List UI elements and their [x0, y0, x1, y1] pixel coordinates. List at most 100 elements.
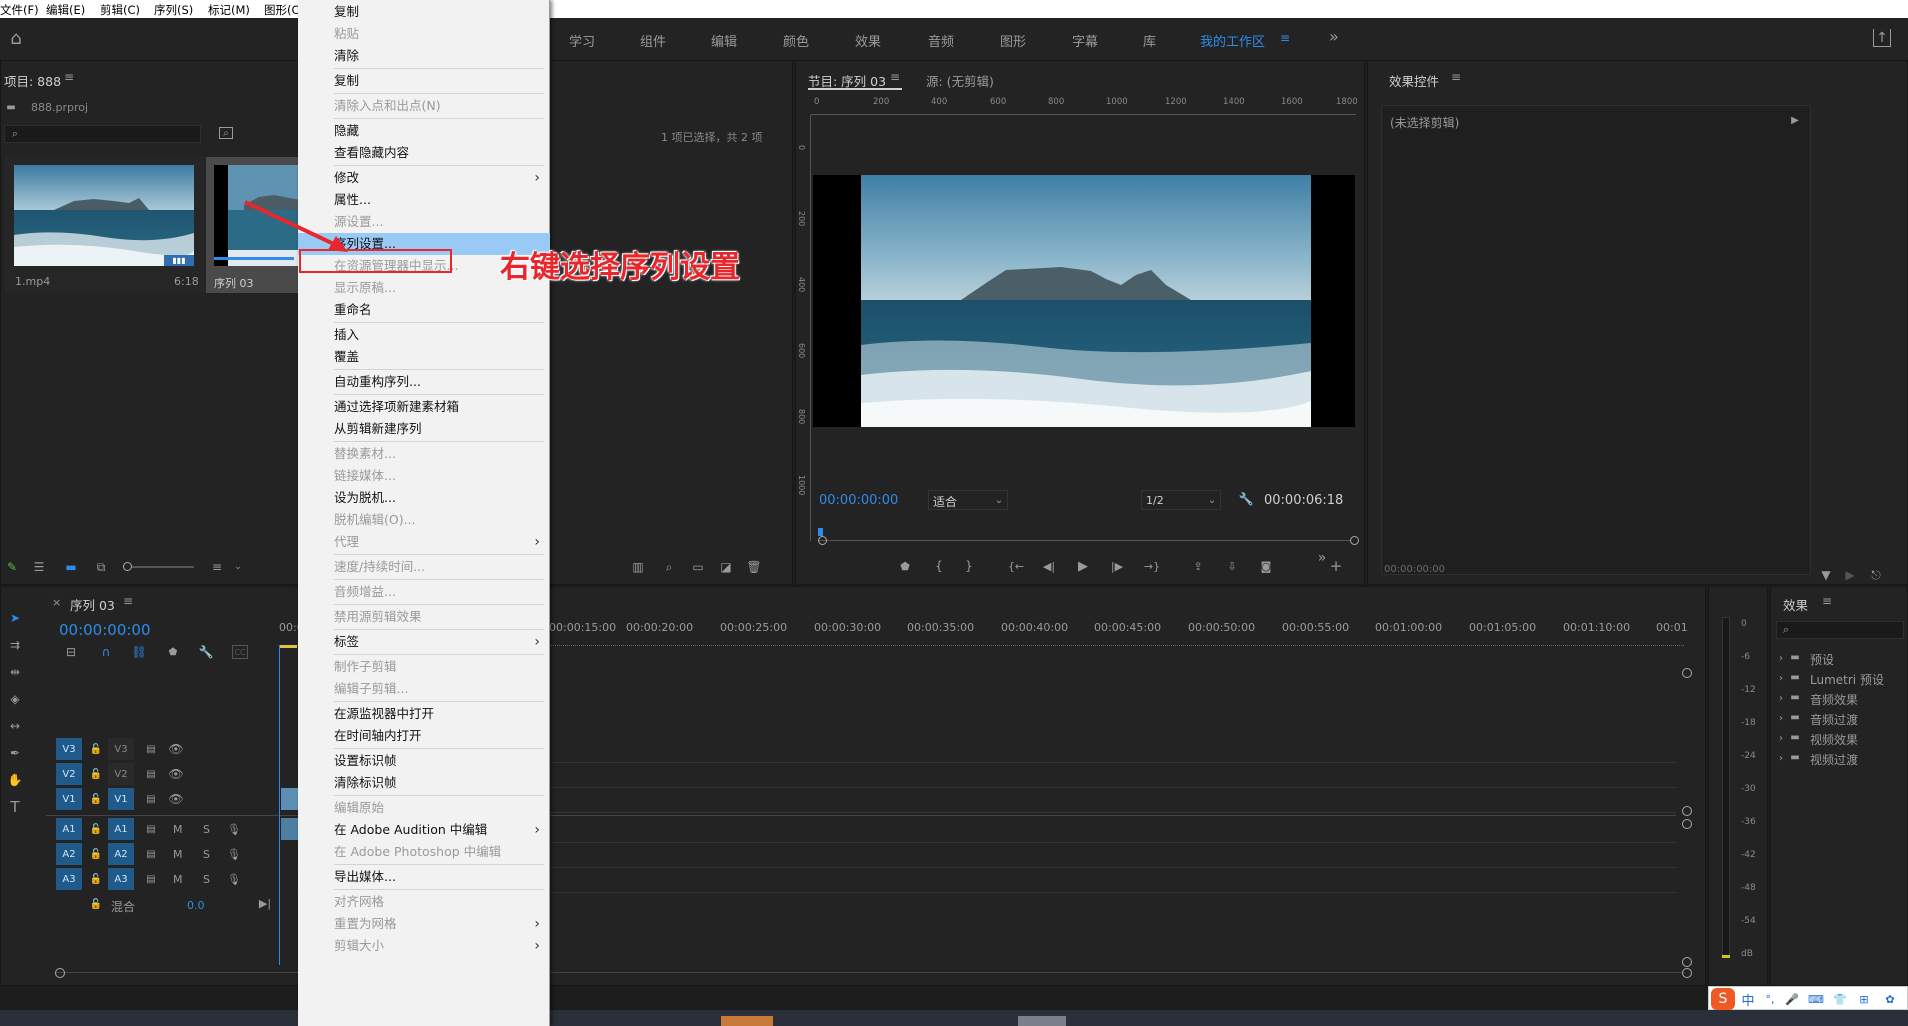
context-menu-item[interactable]: 通过选择项新建素材箱: [298, 396, 550, 418]
program-timecode[interactable]: 00:00:00:00: [819, 493, 898, 508]
find-icon[interactable]: ⌕: [662, 560, 676, 574]
solo-button[interactable]: S: [203, 873, 210, 886]
context-menu-item[interactable]: 隐藏: [298, 120, 550, 142]
more-workspaces-button[interactable]: »: [1329, 27, 1339, 46]
taskbar-app[interactable]: [1018, 1016, 1066, 1026]
hscroll-handle-right[interactable]: [1682, 968, 1692, 978]
ime-punctuation-icon[interactable]: °,: [1761, 990, 1779, 1008]
vscroll-handle-bottom[interactable]: [1682, 957, 1692, 967]
microphone-icon[interactable]: 🎙: [227, 822, 241, 836]
context-menu-item[interactable]: 标签 ›: [298, 631, 550, 653]
pen-tool-icon[interactable]: ✒: [6, 744, 24, 762]
menu-sequence[interactable]: 序列(S): [154, 2, 193, 18]
panel-menu-icon[interactable]: ≡: [1450, 70, 1462, 84]
chevron-right-icon[interactable]: ›: [1776, 671, 1786, 685]
sync-lock-icon[interactable]: ▤: [144, 742, 158, 756]
effects-tree-item[interactable]: › ▬ 音频过渡: [1776, 709, 1906, 728]
mute-button[interactable]: M: [173, 848, 183, 861]
filter-icon[interactable]: ▼: [1819, 568, 1833, 582]
hamburger-menu-icon[interactable]: ≡: [1278, 31, 1292, 45]
playhead-marker[interactable]: [818, 528, 823, 536]
go-to-end-icon[interactable]: ▶|: [258, 896, 272, 910]
context-menu-item[interactable]: 导出媒体...: [298, 866, 550, 888]
program-scrub-bar[interactable]: [818, 528, 1350, 542]
sync-lock-icon[interactable]: ▤: [144, 822, 158, 836]
panel-menu-icon[interactable]: ≡: [1821, 594, 1833, 608]
list-view-icon[interactable]: ☰: [32, 560, 46, 574]
context-menu-item[interactable]: 复制: [298, 1, 550, 23]
timeline-sequence-tab[interactable]: 序列 03: [70, 595, 115, 614]
close-tab-icon[interactable]: ×: [52, 596, 61, 609]
scrub-handle-left[interactable]: [818, 536, 827, 545]
ime-chinese-mode[interactable]: 中: [1739, 990, 1757, 1009]
linked-selection-icon[interactable]: ⛓: [131, 645, 146, 659]
context-menu-item[interactable]: 在时间轴内打开: [298, 725, 550, 747]
chevron-right-icon[interactable]: ›: [1776, 731, 1786, 745]
ime-skin-icon[interactable]: 👕: [1831, 990, 1849, 1008]
tab-editing[interactable]: 编辑: [711, 31, 737, 50]
ime-toolbox-icon[interactable]: ⊞: [1855, 990, 1873, 1008]
camera-icon[interactable]: ◙: [1258, 559, 1274, 573]
context-menu-item[interactable]: 插入: [298, 324, 550, 346]
source-patch-v1[interactable]: V1: [56, 788, 82, 810]
type-tool-icon[interactable]: T: [6, 798, 24, 816]
ime-voice-icon[interactable]: 🎤: [1783, 990, 1801, 1008]
new-bin-folder-icon[interactable]: ▭: [690, 560, 706, 574]
project-item-clip[interactable]: ▮▮▮ 1.mp4 6:18: [4, 157, 204, 293]
timeline-playhead[interactable]: [279, 645, 280, 965]
sort-icon[interactable]: ≡: [210, 560, 224, 574]
tab-effects[interactable]: 效果: [855, 31, 881, 50]
sogou-ime-icon[interactable]: S: [1711, 988, 1735, 1010]
menu-marker[interactable]: 标记(M): [208, 2, 250, 18]
menu-file[interactable]: 文件(F): [0, 2, 39, 18]
snap-icon[interactable]: ∩: [99, 645, 113, 659]
extract-icon[interactable]: ⇩: [1223, 559, 1241, 573]
lock-icon[interactable]: 🔓: [90, 847, 102, 861]
export-icon[interactable]: ⎋: [1868, 568, 1884, 582]
icon-view-icon[interactable]: ▬: [64, 560, 78, 574]
expand-arrow-icon[interactable]: ▶: [1790, 114, 1800, 126]
vscroll-handle-mid[interactable]: [1682, 806, 1692, 816]
chevron-down-icon[interactable]: ⌄: [233, 560, 243, 574]
play-audio-icon[interactable]: ▶: [1842, 568, 1858, 582]
ime-settings-icon[interactable]: ✿: [1881, 990, 1899, 1008]
track-target-v1[interactable]: V1: [108, 788, 134, 810]
mark-in-icon[interactable]: {: [932, 559, 946, 573]
track-target-a2[interactable]: A2: [108, 843, 134, 865]
lock-icon[interactable]: 🔓: [90, 742, 102, 756]
more-controls-icon[interactable]: »: [1315, 550, 1329, 566]
context-menu-item[interactable]: 从剪辑新建序列: [298, 418, 550, 440]
eye-icon[interactable]: 👁: [168, 742, 183, 756]
sync-lock-icon[interactable]: ▤: [144, 767, 158, 781]
track-select-tool-icon[interactable]: ⇉: [6, 636, 24, 654]
lock-icon[interactable]: 🔓: [90, 822, 102, 836]
video-clip-v1[interactable]: [281, 788, 299, 810]
eye-icon[interactable]: 👁: [168, 792, 183, 806]
mute-button[interactable]: M: [173, 823, 183, 836]
eye-icon[interactable]: 👁: [168, 767, 183, 781]
add-button-icon[interactable]: +: [1329, 557, 1343, 575]
track-target-v3[interactable]: V3: [108, 738, 134, 760]
lock-icon[interactable]: 🔓: [90, 767, 102, 781]
wrench-icon[interactable]: 🔧: [1239, 492, 1254, 506]
new-item-icon[interactable]: ◪: [719, 560, 733, 574]
context-menu-item[interactable]: 在源监视器中打开: [298, 703, 550, 725]
tab-learn[interactable]: 学习: [569, 31, 595, 50]
effects-panel-title[interactable]: 效果: [1783, 595, 1808, 614]
panel-menu-icon[interactable]: ≡: [889, 70, 901, 84]
taskbar-app-highlight[interactable]: [721, 1016, 773, 1026]
tab-captions[interactable]: 字幕: [1072, 31, 1098, 50]
work-area-bar[interactable]: [279, 645, 297, 648]
effects-tree-item[interactable]: › ▬ Lumetri 预设: [1776, 669, 1906, 688]
context-menu-item[interactable]: 覆盖: [298, 346, 550, 368]
source-patch-v2[interactable]: V2: [56, 763, 82, 785]
context-menu-item[interactable]: 清除标识帧: [298, 772, 550, 794]
mix-volume-value[interactable]: 0.0: [187, 899, 205, 912]
menu-graphics[interactable]: 图形(C: [264, 2, 300, 18]
context-menu-item[interactable]: 设置标识帧: [298, 750, 550, 772]
pencil-icon[interactable]: ✎: [5, 560, 19, 574]
source-patch-a1[interactable]: A1: [56, 818, 82, 840]
lift-icon[interactable]: ⇪: [1189, 559, 1207, 573]
fit-dropdown[interactable]: 适合 ⌄: [928, 490, 1008, 510]
tab-graphics[interactable]: 图形: [1000, 31, 1026, 50]
